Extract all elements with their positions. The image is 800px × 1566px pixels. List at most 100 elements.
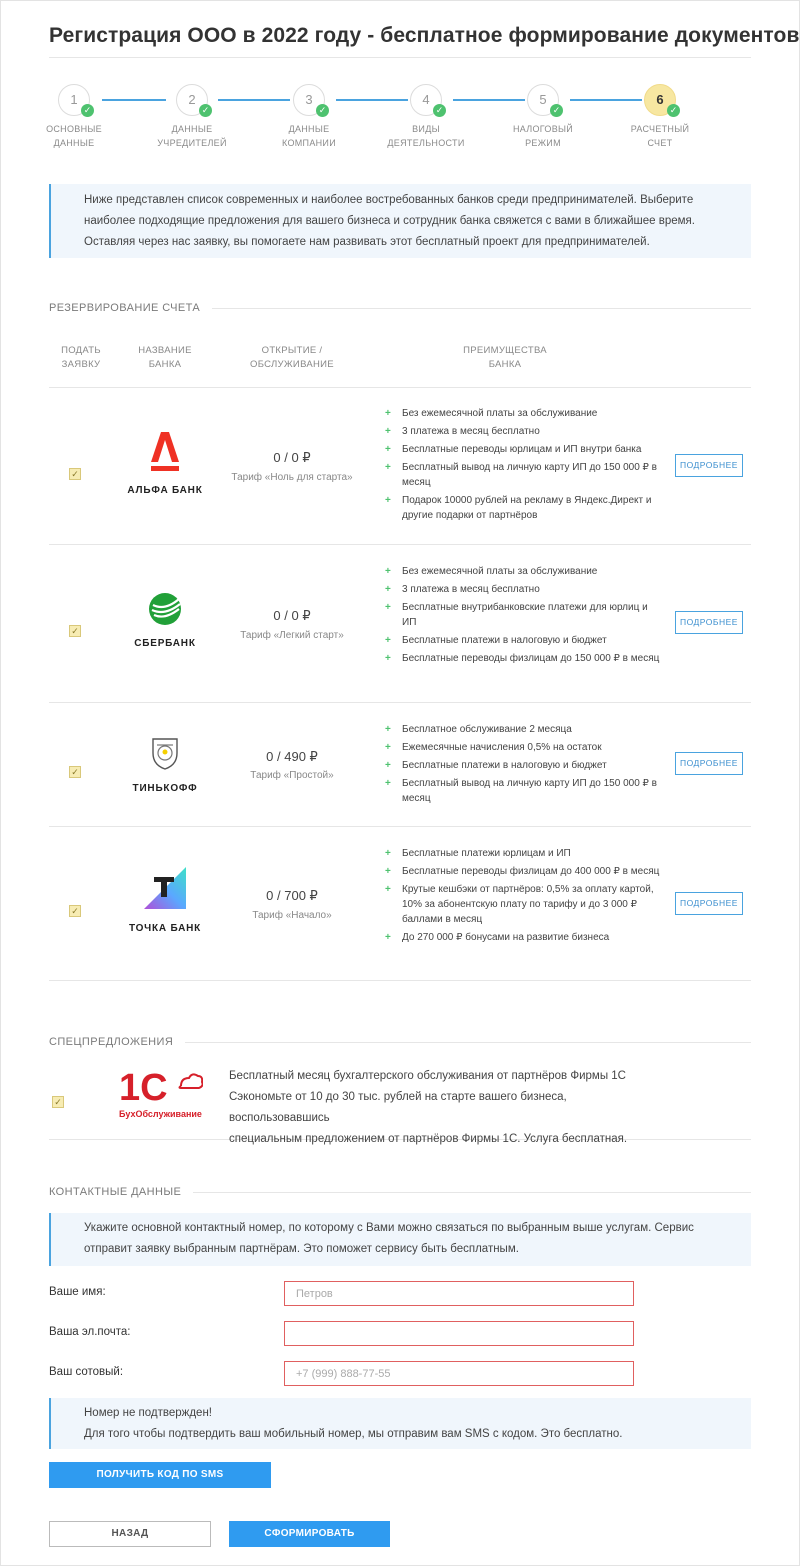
banks-table-header: ПОДАТЬ ЗАЯВКУ НАЗВАНИЕ БАНКА ОТКРЫТИЕ / ОБС… [49,344,751,388]
column-open: ОТКРЫТИЕ / ОБСЛУЖИВАНИЕ [250,345,334,370]
step-label: НАЛОГОВЫЙ РЕЖИМ [512,124,574,148]
phone-notice-box: Номер не подтвержден! Для того чтобы под… [49,1398,751,1449]
page-title: Регистрация ООО в 2022 году - бесплатное… [49,24,800,47]
step-2[interactable]: 2 ✓ ДАННЫЕ УЧРЕДИТЕЛЕЙ [149,84,235,150]
check-icon: ✓ [550,104,563,117]
contacts-info-box: Укажите основной контактный номер, по ко… [49,1213,751,1266]
email-input[interactable] [284,1321,634,1346]
special-offer-text: Бесплатный месяц бухгалтерского обслужив… [229,1070,628,1145]
sberbank-logo-icon [115,591,215,627]
bank-tariff: Тариф «Начало» [252,910,332,921]
intro-info-box: Ниже представлен список современных и на… [49,184,751,258]
advantage-item: Бесплатные платежи юрлицам и ИП [385,846,660,861]
apply-checkbox[interactable]: ✓ [69,625,81,637]
step-4[interactable]: 4 ✓ ВИДЫ ДЕЯТЕЛЬНОСТИ [383,84,469,150]
bank-row-sberbank: ✓ СБЕРБАНК 0 / 0 ₽ Тариф «Легкий старт» … [49,545,751,703]
get-sms-code-button[interactable]: ПОЛУЧИТЬ КОД ПО SMS [49,1462,271,1488]
step-label: ОСНОВНЫЕ ДАННЫЕ [46,124,102,148]
tinkoff-logo-icon [115,733,215,773]
advantage-item: Без ежемесячной платы за обслуживание [385,406,660,421]
advantage-item: Бесплатные платежи в налоговую и бюджет [385,633,660,648]
advantage-item: 3 платежа в месяц бесплатно [385,424,660,439]
step-circle-active: 6 ✓ [644,84,680,117]
email-label: Ваша эл.почта: [49,1326,131,1338]
step-5[interactable]: 5 ✓ НАЛОГОВЫЙ РЕЖИМ [500,84,586,150]
back-button[interactable]: НАЗАД [49,1521,211,1547]
advantage-item: Бесплатные платежи в налоговую и бюджет [385,758,660,773]
phone-input[interactable] [284,1361,634,1386]
step-3[interactable]: 3 ✓ ДАННЫЕ КОМПАНИИ [266,84,352,150]
advantages-list: Без ежемесячной платы за обслуживание 3 … [385,406,660,526]
bank-tariff: Тариф «Простой» [250,770,334,781]
svg-text:1С: 1С [119,1068,168,1104]
step-circle: 1 ✓ [58,84,94,117]
advantage-item: Подарок 10000 рублей на рекламу в Яндекс… [385,493,660,523]
bank-row-alfa: ✓ АЛЬФА БАНК 0 / 0 ₽ Тариф «Ноль для ста… [49,388,751,545]
bank-name: ТИНЬКОФФ [132,783,198,794]
bank-price: 0 / 0 ₽ [273,608,311,623]
name-label: Ваше имя: [49,1286,106,1298]
check-icon: ✓ [667,104,680,117]
alfa-bank-logo-icon [115,430,215,474]
step-1[interactable]: 1 ✓ ОСНОВНЫЕ ДАННЫЕ [31,84,117,150]
advantage-item: Бесплатное обслуживание 2 месяца [385,722,660,737]
tochka-bank-logo-icon [115,865,215,911]
step-label: ДАННЫЕ КОМПАНИИ [282,124,336,148]
bank-tariff: Тариф «Легкий старт» [240,630,344,641]
advantages-list: Бесплатное обслуживание 2 месяца Ежемеся… [385,722,660,809]
bank-name: АЛЬФА БАНК [127,485,203,496]
advantage-item: Без ежемесячной платы за обслуживание [385,564,660,579]
step-circle: 4 ✓ [410,84,446,117]
check-icon: ✓ [81,104,94,117]
submit-button[interactable]: СФОРМИРОВАТЬ [229,1521,390,1547]
step-label: ВИДЫ ДЕЯТЕЛЬНОСТИ [387,124,465,148]
more-button[interactable]: ПОДРОБНЕЕ [675,611,743,634]
apply-checkbox[interactable]: ✓ [69,905,81,917]
advantage-item: Бесплатные внутрибанковские платежи для … [385,600,660,630]
advantages-list: Бесплатные платежи юрлицам и ИП Бесплатн… [385,846,660,948]
advantage-item: Бесплатные переводы юрлицам и ИП внутри … [385,442,660,457]
bank-row-tochka: ✓ ТОЧКА БАНК 0 / 700 ₽ Тариф «Начало» Бе… [49,827,751,981]
column-apply: ПОДАТЬ ЗАЯВКУ [61,345,101,370]
bank-tariff: Тариф «Ноль для старта» [231,472,353,483]
1c-logo-icon: 1С БухОбслуживание [119,1067,204,1124]
step-label: РАСЧЕТНЫЙ СЧЕТ [630,124,690,148]
step-6[interactable]: 6 ✓ РАСЧЕТНЫЙ СЧЕТ [617,84,703,150]
contacts-section-heading: КОНТАКТНЫЕ ДАННЫЕ [49,1184,751,1200]
special-offer-checkbox[interactable]: ✓ [52,1096,64,1108]
phone-notice-title: Номер не подтвержден! [84,1407,212,1419]
apply-checkbox[interactable]: ✓ [69,766,81,778]
special-section-heading: СПЕЦПРЕДЛОЖЕНИЯ [49,1034,751,1050]
step-circle: 5 ✓ [527,84,563,117]
more-button[interactable]: ПОДРОБНЕЕ [675,752,743,775]
more-button[interactable]: ПОДРОБНЕЕ [675,454,743,477]
advantage-item: Бесплатные переводы физлицам до 400 000 … [385,864,660,879]
special-offer-row: ✓ 1С БухОбслуживание Бесплатный месяц бу… [49,1058,751,1145]
contacts-info-text: Укажите основной контактный номер, по ко… [84,1222,694,1234]
apply-checkbox[interactable]: ✓ [69,468,81,480]
advantage-item: Бесплатный вывод на личную карту ИП до 1… [385,460,660,490]
bank-name: ТОЧКА БАНК [128,923,202,934]
column-advantages: ПРЕИМУЩЕСТВА БАНКА [463,345,547,370]
step-circle: 2 ✓ [176,84,212,117]
step-label: ДАННЫЕ УЧРЕДИТЕЛЕЙ [157,124,227,148]
reservation-section-heading: РЕЗЕРВИРОВАНИЕ СЧЕТА [49,300,751,316]
title-divider [49,57,751,58]
intro-text: наиболее подходящие предложения для ваше… [84,215,695,227]
check-icon: ✓ [199,104,212,117]
advantage-item: Бесплатные переводы физлицам до 150 000 … [385,651,660,666]
name-input[interactable] [284,1281,634,1306]
bank-price: 0 / 700 ₽ [266,888,318,903]
advantage-item: 3 платежа в месяц бесплатно [385,582,660,597]
column-bank: НАЗВАНИЕ БАНКА [138,345,192,370]
bank-row-tinkoff: ✓ ТИНЬКОФФ 0 / 490 ₽ Тариф «Простой» Бес… [49,703,751,827]
phone-label: Ваш сотовый: [49,1366,124,1378]
intro-text: Ниже представлен список современных и на… [84,194,694,206]
advantage-item: Бесплатный вывод на личную карту ИП до 1… [385,776,660,806]
progress-stepper: 1 ✓ ОСНОВНЫЕ ДАННЫЕ 2 ✓ ДАННЫЕ УЧРЕДИТЕЛЕЙ 3… [40,84,720,154]
advantage-item: Ежемесячные начисления 0,5% на остаток [385,740,660,755]
bank-price: 0 / 490 ₽ [266,749,318,764]
check-icon: ✓ [316,104,329,117]
advantage-item: Крутые кешбэки от партнёров: 0,5% за опл… [385,882,660,927]
more-button[interactable]: ПОДРОБНЕЕ [675,892,743,915]
